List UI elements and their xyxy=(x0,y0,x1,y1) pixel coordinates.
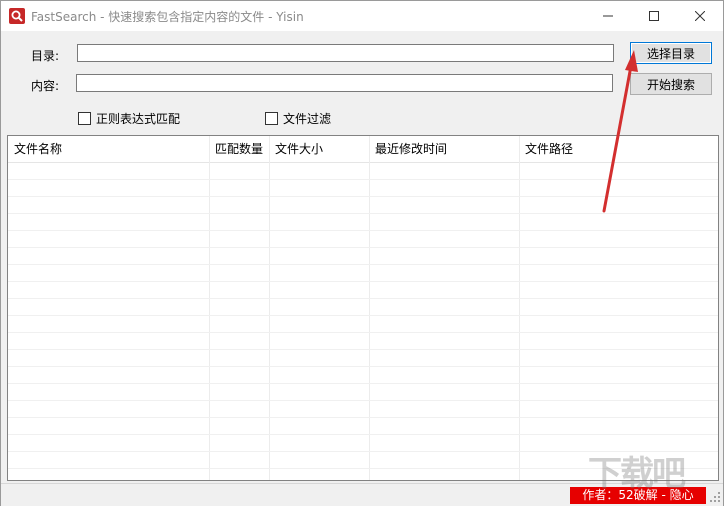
file-filter-checkbox-box[interactable] xyxy=(265,112,278,125)
column-header-match-count[interactable]: 匹配数量 xyxy=(209,136,269,162)
row-divider xyxy=(8,179,718,180)
row-divider xyxy=(8,400,718,401)
directory-label: 目录: xyxy=(31,49,60,63)
content-label: 内容: xyxy=(31,79,60,93)
search-icon xyxy=(9,8,25,24)
row-divider xyxy=(8,349,718,350)
row-divider xyxy=(8,213,718,214)
column-header-file-name[interactable]: 文件名称 xyxy=(8,136,209,162)
row-divider xyxy=(8,247,718,248)
watermark-logo: 下载吧 xyxy=(588,454,686,494)
minimize-button[interactable] xyxy=(585,1,631,31)
directory-input[interactable] xyxy=(77,44,614,62)
column-divider xyxy=(209,136,210,480)
file-filter-checkbox-label: 文件过滤 xyxy=(283,112,332,126)
start-search-button[interactable]: 开始搜索 xyxy=(630,73,712,95)
column-header-file-path[interactable]: 文件路径 xyxy=(519,136,717,162)
column-divider xyxy=(519,136,520,480)
row-divider xyxy=(8,264,718,265)
title-bar[interactable]: FastSearch - 快速搜索包含指定内容的文件 - Yisin xyxy=(1,1,723,31)
minimize-icon xyxy=(603,15,613,17)
maximize-button[interactable] xyxy=(631,1,677,31)
row-divider xyxy=(8,366,718,367)
regex-checkbox-label: 正则表达式匹配 xyxy=(96,112,181,126)
row-divider xyxy=(8,434,718,435)
close-button[interactable] xyxy=(677,1,723,31)
column-divider xyxy=(369,136,370,480)
choose-directory-button[interactable]: 选择目录 xyxy=(630,42,712,64)
column-divider xyxy=(269,136,270,480)
row-divider xyxy=(8,281,718,282)
app-window: FastSearch - 快速搜索包含指定内容的文件 - Yisin 目录: 选… xyxy=(0,0,724,506)
content-input[interactable] xyxy=(76,74,613,92)
results-header: 文件名称 匹配数量 文件大小 最近修改时间 文件路径 xyxy=(8,136,718,163)
row-divider xyxy=(8,417,718,418)
window-title: FastSearch - 快速搜索包含指定内容的文件 - Yisin xyxy=(31,10,304,24)
row-divider xyxy=(8,332,718,333)
resize-grip-icon[interactable] xyxy=(709,491,721,503)
row-divider xyxy=(8,383,718,384)
maximize-icon xyxy=(649,11,659,21)
regex-checkbox-box[interactable] xyxy=(78,112,91,125)
regex-checkbox[interactable]: 正则表达式匹配 xyxy=(78,110,180,127)
row-divider xyxy=(8,230,718,231)
row-divider xyxy=(8,298,718,299)
results-list[interactable]: 文件名称 匹配数量 文件大小 最近修改时间 文件路径 xyxy=(7,135,719,481)
row-divider xyxy=(8,196,718,197)
row-divider xyxy=(8,315,718,316)
column-header-modified-time[interactable]: 最近修改时间 xyxy=(369,136,519,162)
column-header-file-size[interactable]: 文件大小 xyxy=(269,136,369,162)
file-filter-checkbox[interactable]: 文件过滤 xyxy=(265,110,331,127)
close-icon xyxy=(695,11,705,21)
